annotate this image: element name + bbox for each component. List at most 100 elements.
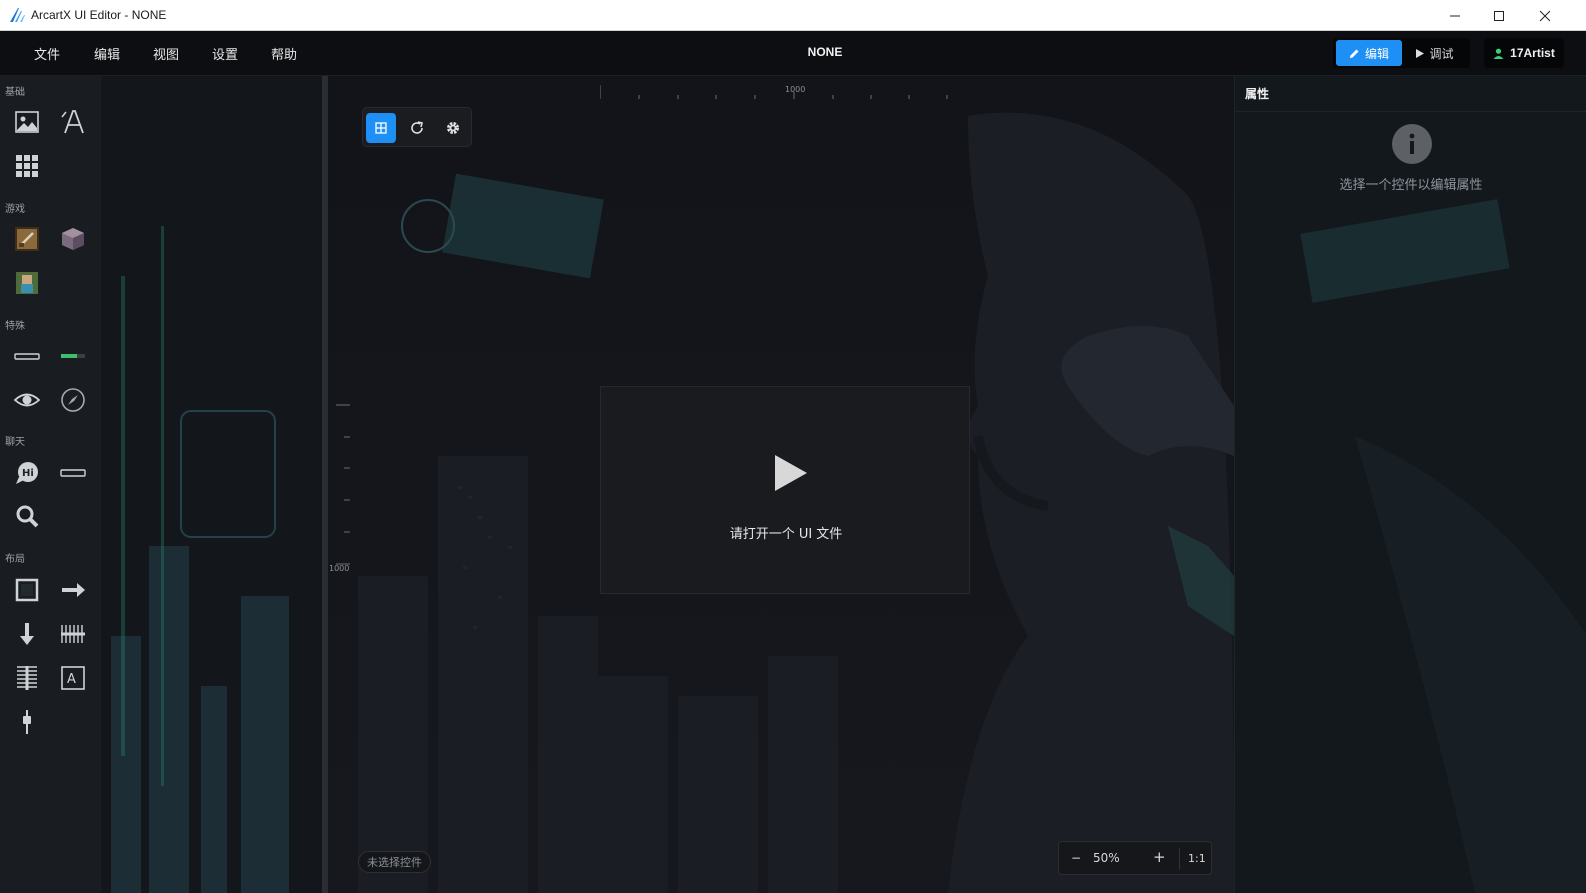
tool-visibility[interactable] (10, 383, 44, 417)
canvas-toolbar (362, 107, 472, 147)
section-basic: 基础 (5, 87, 25, 98)
maximize-icon (1494, 10, 1504, 21)
horizontal-ruler (600, 85, 948, 99)
menu-view[interactable]: 视图 (153, 44, 179, 63)
tool-grid[interactable] (10, 149, 44, 183)
app-window: ArcartX UI Editor - NONE 文件 编辑 视图 设置 帮助 … (0, 0, 1586, 893)
svg-text:Hi: Hi (22, 468, 34, 479)
maximize-button[interactable] (1476, 0, 1522, 31)
search-icon (16, 505, 39, 528)
tool-search[interactable] (10, 500, 44, 534)
debug-mode-button[interactable]: 调试 (1404, 40, 1466, 66)
section-chat: 聊天 (5, 437, 25, 448)
user-name: 17Artist (1510, 46, 1555, 60)
section-special: 特殊 (5, 321, 25, 332)
tool-input-field[interactable] (56, 456, 90, 490)
zoom-out-button[interactable]: − (1071, 851, 1081, 865)
zoom-level: 50% (1093, 851, 1120, 865)
canvas-settings-button[interactable] (438, 113, 468, 143)
edit-mode-label: 编辑 (1364, 46, 1389, 61)
empty-state-box: 请打开一个 UI 文件 (600, 386, 970, 594)
item-slot-icon (15, 227, 39, 251)
debug-mode-label: 调试 (1429, 46, 1454, 61)
arrow-down-icon (20, 623, 34, 645)
chat-bubble-icon: Hi (16, 462, 38, 484)
vertical-ruler (336, 404, 350, 565)
refresh-icon (411, 121, 423, 134)
tool-vertical-layout[interactable] (10, 661, 44, 695)
app-logo-icon (10, 8, 25, 22)
info-icon (1392, 124, 1432, 164)
gear-icon (447, 122, 459, 134)
arrow-right-icon (62, 583, 85, 597)
user-account-button[interactable]: 17Artist (1484, 38, 1564, 68)
hierarchy-panel (101, 76, 327, 893)
selection-status: 未选择控件 (358, 851, 431, 873)
zoom-controls: − 50% + 1:1 (1058, 841, 1212, 875)
tool-item-slot[interactable] (10, 222, 44, 256)
section-game: 游戏 (5, 204, 25, 215)
tool-image[interactable] (10, 105, 44, 139)
tool-horizontal-layout[interactable] (56, 617, 90, 651)
widget-toolbox: 基础 游戏 特殊 聊天 Hi 布局 A (0, 76, 101, 893)
scrollbar-icon (14, 353, 40, 360)
menu-settings[interactable]: 设置 (212, 44, 238, 63)
tool-chat-bubble[interactable]: Hi (10, 456, 44, 490)
cube-icon (62, 228, 84, 250)
play-icon (775, 455, 807, 491)
grid-toggle-button[interactable] (366, 113, 396, 143)
properties-header: 属性 (1235, 76, 1586, 112)
zoom-in-button[interactable]: + (1153, 848, 1166, 866)
progress-bar-icon (61, 354, 85, 358)
properties-panel: 属性 选择一个控件以编辑属性 (1234, 76, 1586, 893)
close-button[interactable] (1522, 0, 1568, 31)
vertical-layout-icon (17, 666, 37, 690)
frame-icon (15, 578, 39, 602)
refresh-button[interactable] (402, 113, 432, 143)
section-layout: 布局 (5, 554, 25, 565)
background-art-right (1300, 199, 1586, 893)
tool-arrow-down[interactable] (10, 617, 44, 651)
compass-icon (61, 388, 85, 412)
grid-icon (16, 155, 38, 177)
menu-file[interactable]: 文件 (34, 44, 60, 63)
properties-hint: 选择一个控件以编辑属性 (1339, 178, 1483, 193)
empty-state-message: 请打开一个 UI 文件 (729, 527, 843, 542)
zoom-reset-button[interactable]: 1:1 (1188, 852, 1206, 865)
properties-title: 属性 (1245, 87, 1270, 101)
player-model-icon (16, 272, 38, 294)
image-icon (15, 111, 39, 133)
tool-text[interactable] (56, 105, 90, 139)
menu-help[interactable]: 帮助 (271, 44, 297, 63)
grid-toggle-icon (375, 122, 387, 134)
window-title: ArcartX UI Editor - NONE (31, 8, 167, 22)
ruler-h-label: 1000 (785, 85, 806, 94)
slider-icon (23, 710, 31, 734)
tool-progress-bar[interactable] (56, 339, 90, 373)
user-icon (1493, 48, 1504, 59)
tool-player-model[interactable] (10, 266, 44, 300)
zoom-divider (1179, 848, 1180, 870)
svg-text:A: A (67, 672, 76, 687)
minimize-icon (1450, 15, 1460, 16)
close-icon (1539, 10, 1551, 21)
text-box-icon: A (61, 666, 85, 690)
pencil-icon (1349, 49, 1359, 58)
minimize-button[interactable] (1432, 0, 1478, 31)
tool-text-box[interactable]: A (56, 661, 90, 695)
play-small-icon (1416, 48, 1425, 58)
tool-arrow-right[interactable] (56, 573, 90, 607)
background-art-left (111, 226, 289, 893)
edit-mode-button[interactable]: 编辑 (1336, 40, 1402, 66)
window-titlebar[interactable]: ArcartX UI Editor - NONE (0, 0, 1586, 31)
tool-cube[interactable] (56, 222, 90, 256)
horizontal-layout-icon (61, 625, 85, 643)
eye-icon (13, 393, 41, 407)
tool-slider[interactable] (10, 705, 44, 739)
tool-compass[interactable] (56, 383, 90, 417)
tool-scrollbar[interactable] (10, 339, 44, 373)
design-canvas[interactable]: 1000 1000 请打开一个 UI 文件 未选择控件 − 50% + 1:1 (328, 76, 1234, 893)
menu-edit[interactable]: 编辑 (94, 44, 120, 63)
text-icon (61, 110, 84, 134)
tool-frame[interactable] (10, 573, 44, 607)
